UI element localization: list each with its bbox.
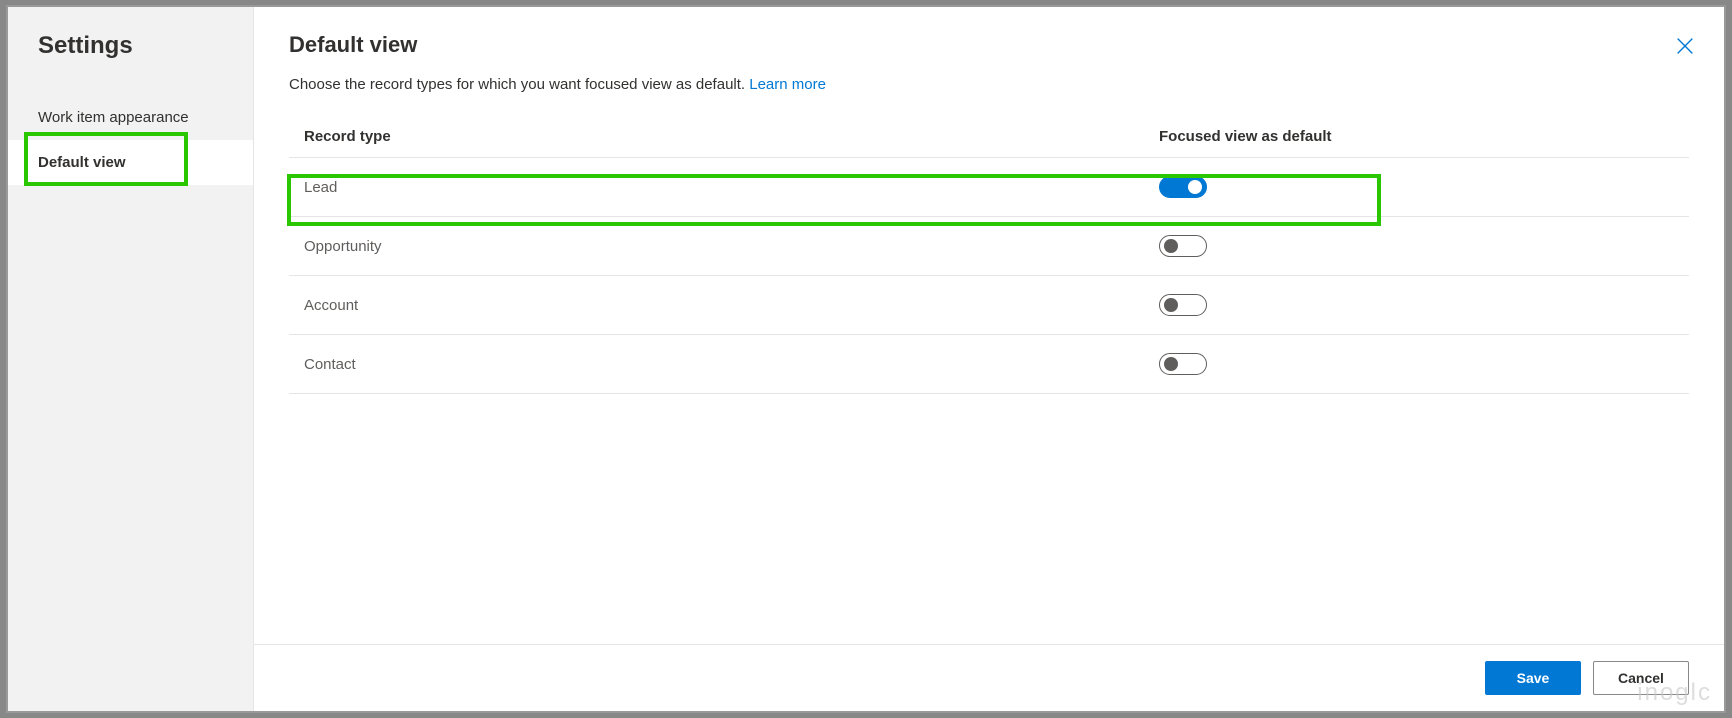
sidebar: Settings Work item appearance Default vi… — [8, 7, 254, 711]
toggle-knob — [1164, 239, 1178, 253]
toggle-account[interactable] — [1159, 294, 1207, 316]
header-focused-view: Focused view as default — [1159, 128, 1689, 145]
table-row-opportunity: Opportunity — [289, 217, 1689, 276]
footer: Save Cancel inoglc — [254, 644, 1724, 711]
save-button[interactable]: Save — [1485, 661, 1581, 695]
row-label: Account — [289, 297, 1159, 314]
table-row-account: Account — [289, 276, 1689, 335]
cancel-button[interactable]: Cancel — [1593, 661, 1689, 695]
toggle-opportunity[interactable] — [1159, 235, 1207, 257]
table-row-contact: Contact — [289, 335, 1689, 394]
table-header: Record type Focused view as default — [289, 118, 1689, 158]
settings-panel: Settings Work item appearance Default vi… — [6, 5, 1726, 713]
toggle-knob — [1164, 357, 1178, 371]
close-button[interactable] — [1671, 32, 1699, 60]
learn-more-link[interactable]: Learn more — [749, 76, 826, 93]
row-label: Lead — [289, 179, 1159, 196]
toggle-knob — [1188, 180, 1202, 194]
page-title: Default view — [289, 32, 1689, 58]
header-record-type: Record type — [289, 128, 1159, 145]
page-subtitle-text: Choose the record types for which you wa… — [289, 76, 749, 93]
close-icon — [1674, 35, 1696, 57]
table-row-lead: Lead — [289, 158, 1689, 217]
page-subtitle: Choose the record types for which you wa… — [289, 76, 1689, 93]
toggle-lead[interactable] — [1159, 176, 1207, 198]
toggle-knob — [1164, 298, 1178, 312]
sidebar-item-default-view[interactable]: Default view — [8, 140, 253, 185]
row-label: Opportunity — [289, 238, 1159, 255]
row-label: Contact — [289, 356, 1159, 373]
sidebar-item-work-item-appearance[interactable]: Work item appearance — [8, 95, 253, 140]
toggle-contact[interactable] — [1159, 353, 1207, 375]
main-content: Default view Choose the record types for… — [254, 7, 1724, 711]
sidebar-title: Settings — [8, 32, 253, 95]
settings-table: Record type Focused view as default Lead… — [254, 118, 1724, 394]
